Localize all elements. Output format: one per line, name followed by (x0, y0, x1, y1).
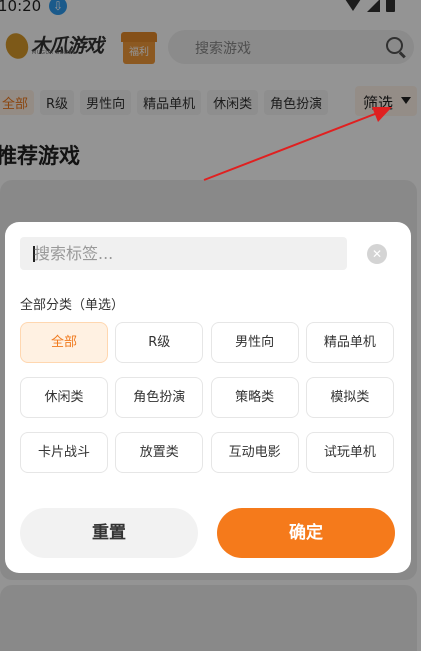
confirm-button[interactable]: 确定 (217, 508, 395, 558)
tag-search-input[interactable] (34, 237, 334, 270)
category-option[interactable]: 精品单机 (305, 322, 394, 363)
category-option[interactable]: 策略类 (210, 377, 299, 418)
reset-button[interactable]: 重置 (20, 508, 198, 558)
category-option-grid: 全部 R级 男性向 精品单机 休闲类 角色扮演 策略类 模拟类 卡片战斗 放置类… (20, 322, 395, 473)
tag-search-box[interactable] (20, 237, 347, 270)
tag-filter-dialog: ✕ 全部分类（单选） 全部 R级 男性向 精品单机 休闲类 角色扮演 策略类 模… (5, 222, 411, 573)
category-option[interactable]: R级 (115, 322, 204, 363)
category-option[interactable]: 模拟类 (305, 377, 394, 418)
clear-icon[interactable]: ✕ (367, 244, 387, 264)
category-option[interactable]: 互动电影 (210, 432, 299, 473)
category-title: 全部分类（单选） (20, 298, 125, 313)
category-option[interactable]: 男性向 (210, 322, 299, 363)
category-option[interactable]: 角色扮演 (115, 377, 204, 418)
category-option-all[interactable]: 全部 (20, 322, 108, 363)
category-option[interactable]: 卡片战斗 (20, 432, 108, 473)
category-option[interactable]: 试玩单机 (305, 432, 394, 473)
category-option[interactable]: 放置类 (115, 432, 204, 473)
category-option[interactable]: 休闲类 (20, 377, 108, 418)
